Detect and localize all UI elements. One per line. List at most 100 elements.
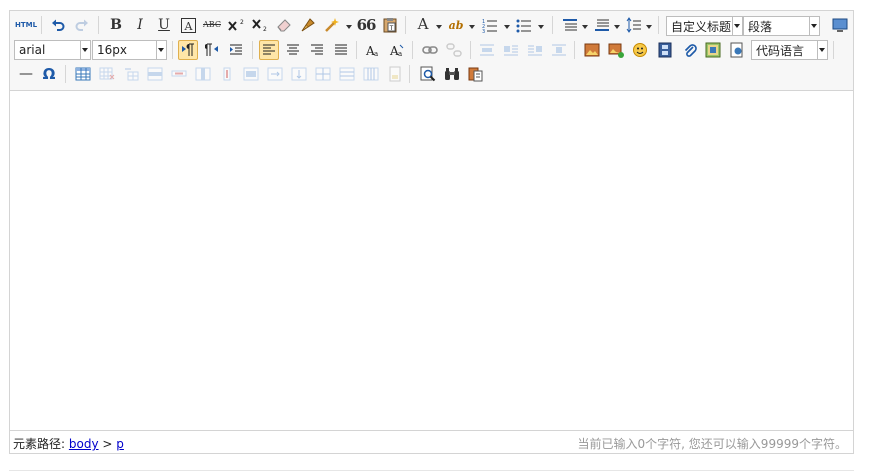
source-html-button[interactable]: HTML <box>14 15 38 35</box>
backcolor-dropdown-arrow[interactable] <box>469 25 475 29</box>
rowspacing-bottom-button[interactable] <box>592 15 612 35</box>
emotion-button[interactable] <box>630 40 650 60</box>
ordered-list-dropdown-arrow[interactable] <box>504 25 510 29</box>
insert-row-button[interactable] <box>145 64 165 84</box>
template-button[interactable] <box>466 64 486 84</box>
italic-button[interactable]: I <box>130 15 150 35</box>
indent-button[interactable] <box>226 40 246 60</box>
font-family-select[interactable]: arial <box>14 40 91 60</box>
chevron-down-icon[interactable] <box>156 41 166 59</box>
image-left-button[interactable] <box>501 40 521 60</box>
rowspacing-bottom-icon <box>595 19 609 31</box>
merge-down-button[interactable] <box>289 64 309 84</box>
chevron-down-icon[interactable] <box>732 17 742 35</box>
align-left-button[interactable] <box>259 40 279 60</box>
align-right-button[interactable] <box>307 40 327 60</box>
insert-image-icon <box>608 43 624 58</box>
paragraph-rtl-icon <box>205 43 218 56</box>
insert-paragraph-before-table-button[interactable] <box>121 64 141 84</box>
chevron-down-icon[interactable] <box>80 41 90 59</box>
paragraph-select[interactable]: 段落 <box>743 16 820 36</box>
insert-image-button[interactable] <box>606 40 626 60</box>
chevron-down-icon[interactable] <box>817 41 827 59</box>
insert-column-icon <box>195 67 211 81</box>
backcolor-button[interactable]: ab <box>446 15 466 35</box>
code-language-select[interactable]: 代码语言 <box>751 40 828 60</box>
special-chars-button[interactable]: Ω <box>39 64 59 84</box>
search-replace-button[interactable] <box>442 64 462 84</box>
fullscreen-button[interactable] <box>830 15 850 35</box>
merge-right-button[interactable] <box>265 64 285 84</box>
ltr-direction-button[interactable] <box>178 40 198 60</box>
underline-button[interactable]: U <box>154 15 174 35</box>
delete-table-button[interactable] <box>97 64 117 84</box>
insert-code-icon-button[interactable] <box>727 40 747 60</box>
removeformat-button[interactable] <box>274 15 294 35</box>
font-family-value: arial <box>19 43 46 57</box>
insert-video-button[interactable] <box>655 40 675 60</box>
insert-table-button[interactable] <box>73 64 93 84</box>
rowspacing-top-button[interactable] <box>560 15 580 35</box>
autotypeset-button[interactable] <box>322 15 342 35</box>
unordered-list-button[interactable] <box>514 15 534 35</box>
editor-content-area[interactable] <box>10 91 853 431</box>
horizontal-rule-button[interactable]: — <box>16 64 36 84</box>
superscript-button[interactable]: 2 <box>226 15 246 35</box>
image-left-icon <box>504 45 518 56</box>
path-link-body[interactable]: body <box>69 437 99 451</box>
bold-button[interactable]: B <box>106 15 126 35</box>
split-cells-button[interactable] <box>313 64 333 84</box>
align-center-button[interactable] <box>283 40 303 60</box>
page-divider <box>9 470 854 471</box>
autotypeset-dropdown-arrow[interactable] <box>346 25 352 29</box>
charts-button[interactable] <box>385 64 405 84</box>
formatmatch-button[interactable] <box>298 15 318 35</box>
toolbar-separator <box>41 16 42 34</box>
forecolor-dropdown-arrow[interactable] <box>436 25 442 29</box>
print-preview-button[interactable] <box>418 64 438 84</box>
delete-row-button[interactable] <box>169 64 189 84</box>
font-size-select[interactable]: 16px <box>92 40 167 60</box>
rowspacing-bottom-dropdown-arrow[interactable] <box>614 25 620 29</box>
lineheight-button[interactable] <box>624 15 644 35</box>
unlink-button[interactable] <box>444 40 464 60</box>
strikethrough-button[interactable]: ABC <box>202 15 222 35</box>
redo-button[interactable] <box>72 15 92 35</box>
image-center-button[interactable] <box>549 40 569 60</box>
image-none-button[interactable] <box>477 40 497 60</box>
forecolor-button[interactable]: A <box>413 14 433 34</box>
subscript-button[interactable]: 2 <box>250 15 270 35</box>
delete-col-button[interactable] <box>217 64 237 84</box>
link-icon <box>422 46 438 54</box>
align-justify-button[interactable] <box>331 40 351 60</box>
merge-right-icon <box>267 67 283 81</box>
svg-text:A: A <box>183 20 193 33</box>
insert-col-button[interactable] <box>193 64 213 84</box>
toolbar-separator <box>252 41 253 59</box>
link-button[interactable] <box>420 40 440 60</box>
fontborder-button[interactable]: A <box>178 15 198 35</box>
insert-frame-button[interactable] <box>703 40 723 60</box>
touppercase-button[interactable]: Aa <box>363 40 383 60</box>
ordered-list-button[interactable]: 123 <box>480 15 500 35</box>
toolbar-separator <box>172 41 173 59</box>
rtl-direction-button[interactable] <box>202 40 222 60</box>
tolowercase-button[interactable]: Aa <box>387 40 407 60</box>
attachment-button[interactable] <box>680 40 700 60</box>
pasteplain-button[interactable]: T <box>380 15 400 35</box>
blockquote-button[interactable]: 66 <box>356 15 377 35</box>
undo-button[interactable] <box>48 15 68 35</box>
custom-style-select[interactable]: 自定义标题 <box>666 16 743 36</box>
simple-upload-button[interactable] <box>582 40 602 60</box>
lineheight-dropdown-arrow[interactable] <box>646 25 652 29</box>
image-right-button[interactable] <box>525 40 545 60</box>
chevron-down-icon[interactable] <box>809 17 819 35</box>
rowspacing-top-dropdown-arrow[interactable] <box>582 25 588 29</box>
unordered-list-dropdown-arrow[interactable] <box>538 25 544 29</box>
image-none-icon <box>480 44 494 56</box>
split-cols-button[interactable] <box>361 64 381 84</box>
merge-cells-button[interactable] <box>241 64 261 84</box>
split-rows-button[interactable] <box>337 64 357 84</box>
align-center-icon <box>287 44 299 55</box>
path-link-p[interactable]: p <box>116 437 124 451</box>
